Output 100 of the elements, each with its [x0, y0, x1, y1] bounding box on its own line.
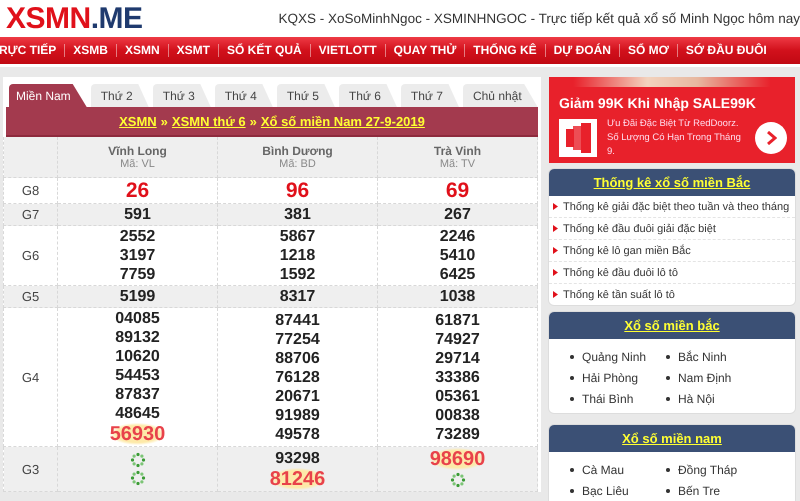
- result-number: 87837: [115, 385, 160, 404]
- nav-link[interactable]: DỰ ĐOÁN: [544, 44, 619, 57]
- province-link[interactable]: Thái Bình: [582, 392, 634, 406]
- stats-link[interactable]: Thống kê đầu đuôi giải đặc biệt: [563, 222, 716, 234]
- result-number: 96: [286, 179, 310, 202]
- result-number: 56930: [110, 423, 166, 445]
- triangle-bullet-icon: [553, 247, 558, 254]
- bullet-dot: [570, 468, 574, 472]
- stats-link[interactable]: Thống kê giải đặc biệt theo tuần và theo tháng: [563, 200, 790, 212]
- result-number: 1038: [440, 287, 476, 306]
- bullet-dot: [570, 488, 574, 492]
- day-tab[interactable]: Thứ 3: [152, 84, 211, 107]
- result-number: 3197: [120, 246, 156, 265]
- province-link[interactable]: Quảng Ninh: [582, 350, 646, 364]
- nav-link[interactable]: THỐNG KÊ: [464, 44, 545, 57]
- result-number: 33386: [435, 368, 480, 386]
- result-number: 1592: [280, 265, 316, 284]
- result-number: 2246: [440, 227, 476, 246]
- prize-label: G3: [4, 446, 58, 492]
- stats-link[interactable]: Thống kê đầu đuôi lô tô: [563, 266, 678, 278]
- loading-spinner-icon: [130, 470, 146, 486]
- breadcrumb-separator: »: [160, 114, 168, 128]
- card-title-link[interactable]: Xổ số miền nam: [622, 431, 722, 446]
- ad-banner[interactable]: Giảm 99K Khi Nhập SALE99K Ưu Đãi Đặc Biệt Từ RedDoorz. Số Lượng Có Hạn Trong Tháng 9.: [549, 77, 795, 163]
- nav-link[interactable]: QUAY THỬ: [384, 44, 464, 57]
- province-link[interactable]: Bạc Liêu: [582, 484, 629, 498]
- bullet-dot: [666, 354, 670, 358]
- result-number: 591: [124, 205, 151, 224]
- province-link[interactable]: Bắc Ninh: [678, 350, 727, 364]
- breadcrumb-separator: »: [250, 114, 257, 128]
- result-number: 69: [446, 179, 470, 202]
- result-number: 61871: [435, 310, 480, 330]
- province-code: Mã: TV: [438, 158, 476, 170]
- result-number: 87441: [275, 310, 320, 330]
- ad-text: Ưu Đãi Đặc Biệt Từ RedDoorz. Số Lượng Có Hạn Trong Tháng 9.: [607, 117, 742, 159]
- nav-link[interactable]: SỔ KẾT QUẢ: [218, 44, 310, 57]
- triangle-bullet-icon: [553, 203, 558, 210]
- nav-link[interactable]: RỰC TIẾP: [0, 44, 64, 57]
- result-number: 267: [444, 205, 471, 224]
- day-tab[interactable]: Chủ nhật: [462, 84, 538, 107]
- result-number: 81246: [270, 468, 326, 490]
- bullet-dot: [570, 354, 574, 358]
- result-number: 74927: [435, 330, 480, 348]
- bullet-dot: [666, 488, 670, 492]
- province-link[interactable]: Nam Định: [678, 370, 732, 384]
- province-link[interactable]: Hà Nội: [678, 392, 715, 406]
- result-number: 8317: [280, 287, 316, 306]
- triangle-bullet-icon: [553, 291, 558, 298]
- triangle-bullet-icon: [553, 225, 558, 232]
- day-tab[interactable]: Miền Nam: [9, 84, 87, 107]
- day-tab[interactable]: Thứ 4: [214, 84, 273, 107]
- next-button[interactable]: [755, 122, 787, 154]
- result-number: 48645: [115, 404, 160, 423]
- result-number: 6425: [440, 265, 476, 284]
- result-number: 1218: [280, 246, 316, 265]
- card-title-link[interactable]: Xổ số miền bắc: [624, 318, 720, 333]
- nav-link[interactable]: XSMN: [116, 44, 168, 57]
- province-link[interactable]: Cà Mau: [582, 462, 624, 476]
- result-number: 5410: [440, 246, 476, 265]
- stats-link[interactable]: Thống kê tần suất lô tô: [563, 288, 675, 300]
- result-number: 26: [126, 179, 150, 202]
- site-tagline: KQXS - XoSoMinhNgoc - XSMINHNGOC - Trực tiếp kết quả xổ số Minh Ngọc hôm nay: [278, 11, 800, 26]
- result-number: 20671: [275, 386, 320, 406]
- nav-link[interactable]: SỚ ĐẦU ĐUÔI: [676, 44, 775, 57]
- province-code: Mã: BD: [278, 158, 317, 170]
- site-logo[interactable]: XSMN.ME: [6, 4, 143, 34]
- result-number: 7759: [120, 265, 156, 284]
- province-name: Vĩnh Long: [107, 144, 168, 158]
- result-number: 5199: [120, 287, 156, 306]
- nav-link[interactable]: VIETLOTT: [310, 44, 385, 57]
- result-number: 29714: [435, 348, 480, 368]
- ad-title: Giảm 99K Khi Nhập SALE99K: [558, 94, 757, 111]
- card-title-link[interactable]: Thống kê xổ số miền Bắc: [594, 175, 750, 190]
- result-number: 381: [284, 205, 311, 224]
- bullet-dot: [570, 376, 574, 380]
- province-link[interactable]: Hải Phòng: [582, 370, 638, 384]
- result-number: 91989: [275, 406, 320, 424]
- day-tab[interactable]: Thứ 2: [90, 84, 149, 107]
- nav-link[interactable]: SỔ MƠ: [618, 44, 677, 57]
- prize-label: G5: [4, 286, 58, 308]
- stats-link[interactable]: Thống kê lô gan miền Bắc: [563, 244, 691, 256]
- nav-link[interactable]: XSMT: [168, 44, 218, 57]
- result-number: 89132: [115, 328, 160, 347]
- loading-spinner-icon: [130, 452, 146, 468]
- day-tab[interactable]: Thứ 7: [400, 84, 459, 107]
- result-number: 49578: [275, 424, 320, 444]
- nav-link[interactable]: XSMB: [64, 44, 116, 57]
- breadcrumb-link[interactable]: XSMN: [119, 114, 157, 128]
- result-number: 00838: [435, 406, 480, 424]
- province-link[interactable]: Bến Tre: [678, 484, 720, 498]
- day-tab[interactable]: Thứ 5: [276, 84, 335, 107]
- bullet-dot: [666, 376, 670, 380]
- prize-label: G7: [4, 204, 58, 226]
- result-number: 98690: [430, 448, 486, 470]
- province-link[interactable]: Đồng Tháp: [678, 462, 738, 476]
- result-number: 73289: [435, 424, 480, 444]
- breadcrumb-link[interactable]: Xổ số miền Nam 27-9-2019: [260, 114, 425, 128]
- breadcrumb-link[interactable]: XSMN thứ 6: [172, 114, 246, 128]
- province-code: Mã: VL: [119, 158, 156, 170]
- day-tab[interactable]: Thứ 6: [338, 84, 397, 107]
